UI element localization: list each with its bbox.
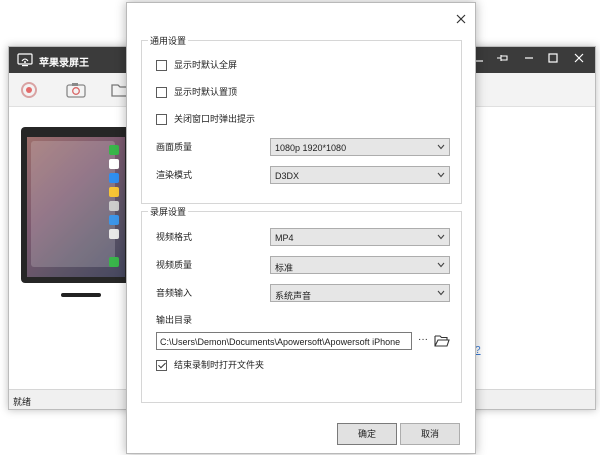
- audio-input-value: 系统声音: [275, 291, 312, 301]
- render-select[interactable]: D3DX: [270, 166, 450, 184]
- app-icon: [109, 229, 119, 239]
- app-icon: [109, 187, 119, 197]
- video-quality-select[interactable]: 标准: [270, 256, 450, 274]
- app-icon: [109, 173, 119, 183]
- recording-settings-group: 录屏设置 视频格式 MP4 视频质量 标准 音频输入 系统声音 输出目录 C:\…: [141, 205, 462, 403]
- ok-button[interactable]: 确定: [337, 423, 397, 445]
- minimize-icon: [525, 57, 533, 59]
- minimize-button[interactable]: [521, 52, 537, 68]
- app-icon: [109, 201, 119, 211]
- chevron-down-icon: [437, 290, 445, 296]
- format-select[interactable]: MP4: [270, 228, 450, 246]
- output-dir-label: 输出目录: [156, 315, 193, 325]
- phone-app-icon: [109, 257, 119, 267]
- close-prompt-checkbox[interactable]: [156, 114, 167, 125]
- audio-input-select[interactable]: 系统声音: [270, 284, 450, 302]
- quality-select[interactable]: 1080p 1920*1080: [270, 138, 450, 156]
- pin-icon: [497, 55, 508, 61]
- general-settings-title: 通用设置: [148, 34, 189, 47]
- general-settings-group: 通用设置 显示时默认全屏 显示时默认置顶 关闭窗口时弹出提示 画面质量 1080…: [141, 34, 462, 204]
- camera-icon[interactable]: [66, 82, 86, 98]
- output-path-value: C:\Users\Demon\Documents\Apowersoft\Apow…: [160, 337, 401, 347]
- app-icon: [109, 159, 119, 169]
- chevron-down-icon: [437, 262, 445, 268]
- cancel-button[interactable]: 取消: [400, 423, 460, 445]
- close-window-button[interactable]: [571, 52, 587, 68]
- format-value: MP4: [275, 233, 294, 243]
- pin-button[interactable]: [495, 52, 511, 68]
- status-text: 就绪: [13, 397, 32, 407]
- quality-value: 1080p 1920*1080: [275, 143, 347, 153]
- record-button[interactable]: [21, 82, 37, 98]
- topmost-label: 显示时默认置顶: [174, 87, 238, 97]
- app-icon: [109, 145, 119, 155]
- phone-preview: [21, 127, 131, 283]
- audio-input-label: 音频输入: [156, 288, 193, 298]
- render-label: 渲染模式: [156, 170, 193, 180]
- quality-label: 画面质量: [156, 142, 193, 152]
- maximize-button[interactable]: [545, 52, 561, 68]
- chevron-down-icon: [437, 144, 445, 150]
- topmost-checkbox[interactable]: [156, 87, 167, 98]
- app-icon: [109, 215, 119, 225]
- video-quality-label: 视频质量: [156, 260, 193, 270]
- app-title: 苹果录屏王: [39, 58, 89, 69]
- video-quality-value: 标准: [275, 263, 294, 273]
- fullscreen-checkbox[interactable]: [156, 60, 167, 71]
- render-value: D3DX: [275, 171, 300, 181]
- fullscreen-label: 显示时默认全屏: [174, 60, 238, 70]
- open-folder-icon[interactable]: [434, 333, 450, 349]
- browse-button[interactable]: ···: [416, 332, 430, 350]
- open-folder-checkbox[interactable]: [156, 360, 167, 371]
- phone-stand: [61, 293, 101, 297]
- chevron-down-icon: [437, 172, 445, 178]
- recording-settings-title: 录屏设置: [148, 205, 189, 218]
- format-label: 视频格式: [156, 232, 193, 242]
- settings-dialog: 通用设置 显示时默认全屏 显示时默认置顶 关闭窗口时弹出提示 画面质量 1080…: [126, 2, 476, 454]
- chevron-down-icon: [437, 234, 445, 240]
- wifi-icon: [17, 53, 33, 67]
- close-dialog-icon[interactable]: [454, 12, 468, 26]
- output-path-input[interactable]: C:\Users\Demon\Documents\Apowersoft\Apow…: [156, 332, 412, 350]
- open-folder-label: 结束录制时打开文件夹: [174, 360, 265, 370]
- close-icon: [574, 53, 584, 63]
- maximize-icon: [548, 53, 558, 63]
- phone-screen: [27, 137, 125, 277]
- close-prompt-label: 关闭窗口时弹出提示: [174, 114, 256, 124]
